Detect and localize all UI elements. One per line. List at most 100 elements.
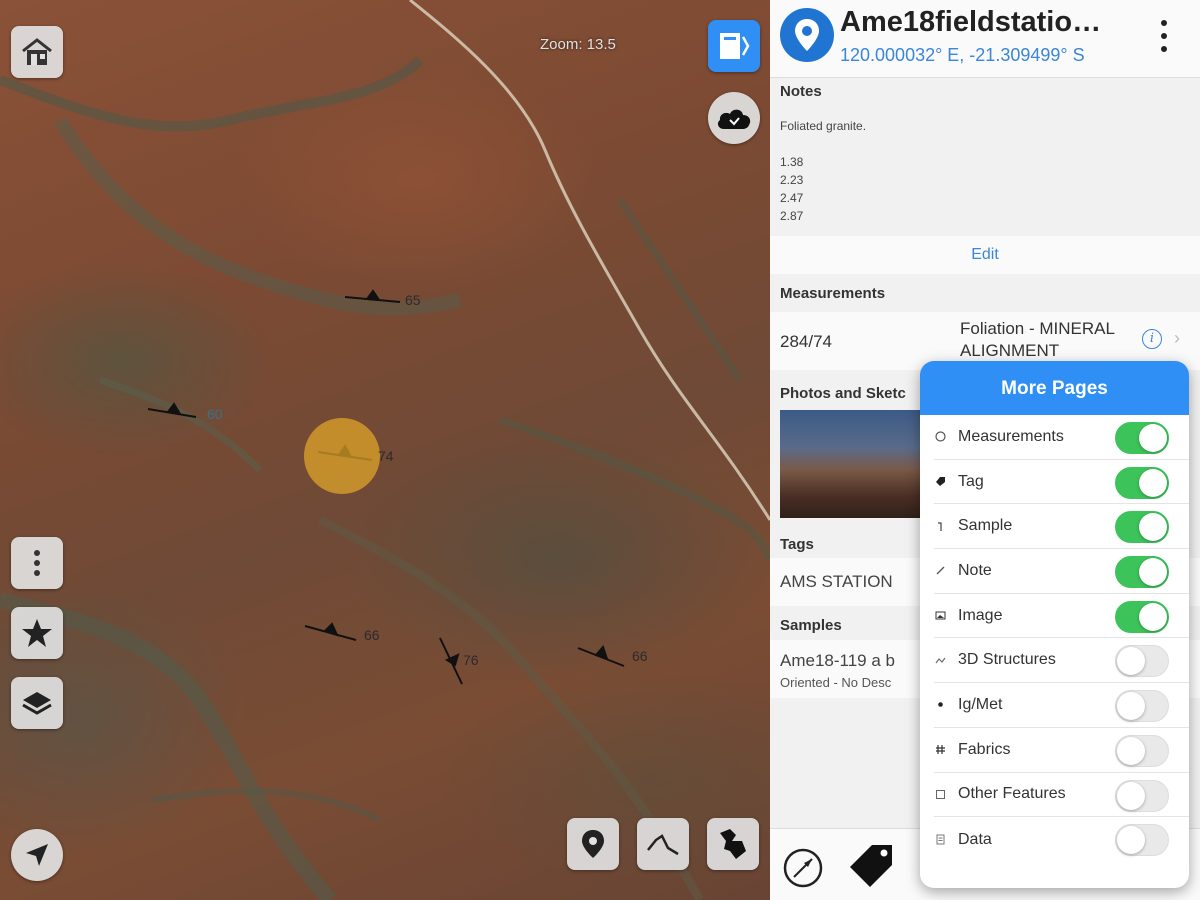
strike-label[interactable]: 74 xyxy=(378,448,394,464)
favorites-button[interactable] xyxy=(11,607,63,659)
layers-button[interactable] xyxy=(11,677,63,729)
more-pages-list: Measurements Tag Sample Note Image 3D St… xyxy=(920,415,1189,862)
more-pages-popover: More Pages Measurements Tag Sample Note … xyxy=(920,361,1189,888)
sample-icon xyxy=(934,520,946,532)
more-options-button[interactable] xyxy=(11,537,63,589)
image-icon xyxy=(934,610,946,622)
selected-spot-highlight[interactable] xyxy=(304,418,380,494)
strike-label[interactable]: 60 xyxy=(207,406,223,422)
page-toggle-row[interactable]: Data xyxy=(934,817,1189,862)
page-toggle-switch[interactable] xyxy=(1115,779,1169,812)
spot-name[interactable]: Ame18fieldstatio… xyxy=(840,6,1150,39)
map-view[interactable]: 65 60 74 66 76 66 Zoom: 13.5 xyxy=(0,0,770,900)
spot-menu-button[interactable] xyxy=(1154,18,1174,54)
notes-section-title: Notes xyxy=(780,83,822,100)
home-icon xyxy=(22,38,52,65)
strike-label[interactable]: 66 xyxy=(364,627,380,643)
page-toggle-row[interactable]: Other Features xyxy=(934,773,1189,818)
page-toggle-label: 3D Structures xyxy=(958,651,1056,669)
edit-notes-link[interactable]: Edit xyxy=(770,236,1200,274)
draw-line-button[interactable] xyxy=(637,818,689,870)
page-toggle-switch[interactable] xyxy=(1115,824,1169,857)
locate-me-button[interactable] xyxy=(11,829,63,881)
zoom-level-label: Zoom: 13.5 xyxy=(540,36,616,53)
page-toggle-label: Note xyxy=(958,561,992,579)
compass-icon[interactable] xyxy=(782,847,824,889)
tags-section-title: Tags xyxy=(780,536,814,553)
line-draw-icon xyxy=(647,834,679,856)
page-toggle-switch[interactable] xyxy=(1115,645,1169,678)
chevron-right-icon: › xyxy=(1174,328,1180,348)
cloud-sync-button[interactable] xyxy=(708,92,760,144)
draw-polygon-button[interactable] xyxy=(707,818,759,870)
note-line: 2.87 xyxy=(780,209,804,223)
measurement-value: 284/74 xyxy=(780,332,832,351)
tag-icon[interactable] xyxy=(850,843,894,889)
layers-icon xyxy=(22,692,52,715)
page-toggle-switch[interactable] xyxy=(1115,690,1169,723)
panel-toggle-icon xyxy=(720,33,750,59)
page-toggle-switch[interactable] xyxy=(1115,466,1169,499)
page-toggle-row[interactable]: 3D Structures xyxy=(934,638,1189,684)
note-line: 1.38 xyxy=(780,155,804,169)
page-toggle-switch[interactable] xyxy=(1115,511,1169,544)
page-toggle-label: Data xyxy=(958,830,992,848)
note-line xyxy=(780,135,866,153)
photo-thumbnail[interactable] xyxy=(780,410,925,518)
strike-label[interactable]: 76 xyxy=(463,652,479,668)
fabrics-icon xyxy=(934,744,946,756)
data-icon xyxy=(934,834,946,846)
more-vertical-icon xyxy=(34,550,40,576)
notes-text[interactable]: Foliated granite. 1.38 2.23 2.47 2.87 xyxy=(780,117,866,225)
note-line: 2.23 xyxy=(780,173,804,187)
page-toggle-row[interactable]: Ig/Met xyxy=(934,683,1189,728)
page-toggle-label: Other Features xyxy=(958,785,1066,803)
page-toggle-row[interactable]: Image xyxy=(934,594,1189,639)
page-toggle-row[interactable]: Sample xyxy=(934,504,1189,550)
page-toggle-switch[interactable] xyxy=(1115,600,1169,633)
menu-dot-icon xyxy=(1161,33,1167,39)
page-toggle-row[interactable]: Measurements xyxy=(934,415,1189,460)
home-button[interactable] xyxy=(11,26,63,78)
ig-met-icon xyxy=(934,699,946,711)
info-icon[interactable]: i xyxy=(1142,329,1162,349)
page-toggle-switch[interactable] xyxy=(1115,734,1169,767)
other-features-icon xyxy=(934,788,946,800)
page-toggle-label: Sample xyxy=(958,517,1013,535)
cloud-icon xyxy=(717,109,751,129)
note-icon xyxy=(934,565,946,577)
tag-icon xyxy=(934,476,946,488)
add-point-button[interactable] xyxy=(567,818,619,870)
clock-icon xyxy=(934,431,946,443)
page-toggle-row[interactable]: Fabrics xyxy=(934,728,1189,773)
menu-dot-icon xyxy=(1161,20,1167,26)
measurement-type: Foliation - MINERAL ALIGNMENT xyxy=(960,319,1115,360)
note-line: Foliated granite. xyxy=(780,119,867,133)
page-toggle-row[interactable]: Tag xyxy=(934,460,1189,505)
page-toggle-switch[interactable] xyxy=(1115,422,1169,454)
sample-subtitle: Oriented - No Desc xyxy=(780,675,892,690)
strike-label[interactable]: 66 xyxy=(632,648,648,664)
spot-type-badge[interactable] xyxy=(780,8,834,62)
page-toggle-label: Ig/Met xyxy=(958,695,1003,713)
measurements-section-title: Measurements xyxy=(780,285,886,302)
page-toggle-row[interactable]: Note xyxy=(934,549,1189,594)
map-pin-icon xyxy=(582,830,604,858)
sample-value: Ame18-119 a b xyxy=(780,651,895,670)
spot-header: Ame18fieldstatio… 120.000032° E, -21.309… xyxy=(770,0,1200,78)
polygon-icon xyxy=(720,829,746,859)
strike-label[interactable]: 65 xyxy=(405,292,421,308)
page-toggle-label: Fabrics xyxy=(958,740,1011,758)
star-icon xyxy=(22,619,52,647)
page-toggle-label: Tag xyxy=(958,472,984,490)
samples-section-title: Samples xyxy=(780,617,842,634)
navigation-arrow-icon xyxy=(26,844,48,866)
page-toggle-label: Measurements xyxy=(958,427,1064,445)
menu-dot-icon xyxy=(1161,46,1167,52)
page-toggle-switch[interactable] xyxy=(1115,556,1169,589)
toggle-panel-button[interactable] xyxy=(708,20,760,72)
tag-value: AMS STATION xyxy=(780,572,893,591)
page-toggle-label: Image xyxy=(958,606,1003,624)
photos-section-title: Photos and Sketc xyxy=(780,385,906,402)
3d-structures-icon xyxy=(934,654,946,666)
